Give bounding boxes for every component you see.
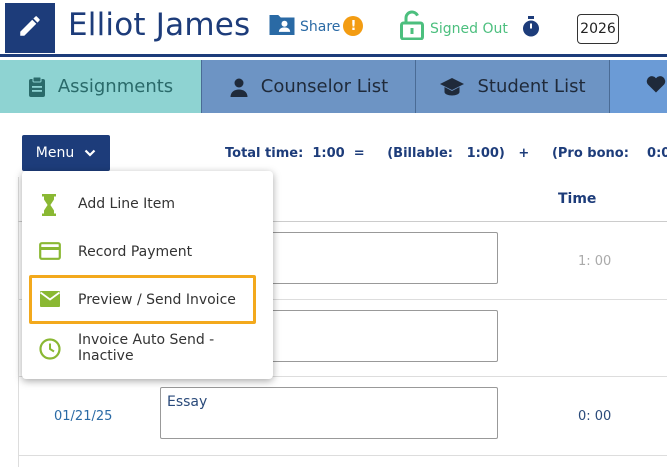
menu-item-invoice-auto-send[interactable]: Invoice Auto Send - Inactive xyxy=(22,327,273,369)
tab-label: Counselor List xyxy=(260,76,389,97)
selected-item-highlight xyxy=(29,275,256,324)
tab-assignments[interactable]: Assignments xyxy=(0,60,202,113)
person-icon xyxy=(229,77,249,97)
heart-icon xyxy=(646,75,666,98)
page-title: Elliot James xyxy=(68,7,251,43)
menu-label: Menu xyxy=(35,145,75,161)
clipboard-icon xyxy=(28,76,46,98)
stopwatch-button[interactable] xyxy=(521,16,541,42)
signed-status-label: Signed Out xyxy=(430,21,508,37)
tab-label: Assignments xyxy=(57,76,174,97)
menu-item-label: Add Line Item xyxy=(78,196,176,212)
clock-icon xyxy=(39,338,61,364)
tab-favorites[interactable] xyxy=(610,60,667,113)
description-field[interactable]: Essay xyxy=(160,387,498,439)
chevron-down-icon xyxy=(84,149,96,157)
menu-item-record-payment[interactable]: Record Payment xyxy=(22,231,273,273)
graduation-cap-icon xyxy=(439,77,465,97)
menu-item-label: Record Payment xyxy=(78,244,193,260)
tab-label: Student List xyxy=(477,76,586,97)
date-cell[interactable]: 01/21/25 xyxy=(54,409,112,424)
edit-button[interactable] xyxy=(5,3,55,53)
time-cell: 1: 00 xyxy=(578,254,612,269)
share-button[interactable]: Share ! xyxy=(267,12,364,42)
edit-icon xyxy=(17,13,43,43)
tab-counselor-list[interactable]: Counselor List xyxy=(202,60,416,113)
menu-item-add-line-item[interactable]: Add Line Item xyxy=(22,183,273,225)
main-tabs: Assignments Counselor List Student List xyxy=(0,60,667,113)
year-selector[interactable]: 2026 xyxy=(577,14,619,44)
signed-status[interactable]: Signed Out xyxy=(400,10,508,44)
time-cell: 0: 00 xyxy=(578,409,612,424)
lock-open-icon xyxy=(400,10,424,44)
tab-student-list[interactable]: Student List xyxy=(416,60,610,113)
credit-card-icon xyxy=(39,242,61,264)
menu-item-label: Invoice Auto Send - Inactive xyxy=(78,332,215,364)
table-row: 01/21/25 Essay 0: 00 xyxy=(18,377,667,456)
column-header-time: Time xyxy=(558,191,597,207)
folder-share-icon xyxy=(267,12,297,42)
share-label: Share xyxy=(300,19,341,35)
app-header: Elliot James Share ! Signed Out 2026 xyxy=(0,0,667,57)
menu-button[interactable]: Menu xyxy=(22,135,110,171)
stopwatch-icon xyxy=(521,16,541,42)
share-alert-badge: ! xyxy=(343,16,364,36)
hourglass-icon xyxy=(39,194,59,220)
time-totals: Total time: 1:00 = (Billable: 1:00) + (P… xyxy=(225,146,667,161)
description-text: Essay xyxy=(167,394,208,410)
